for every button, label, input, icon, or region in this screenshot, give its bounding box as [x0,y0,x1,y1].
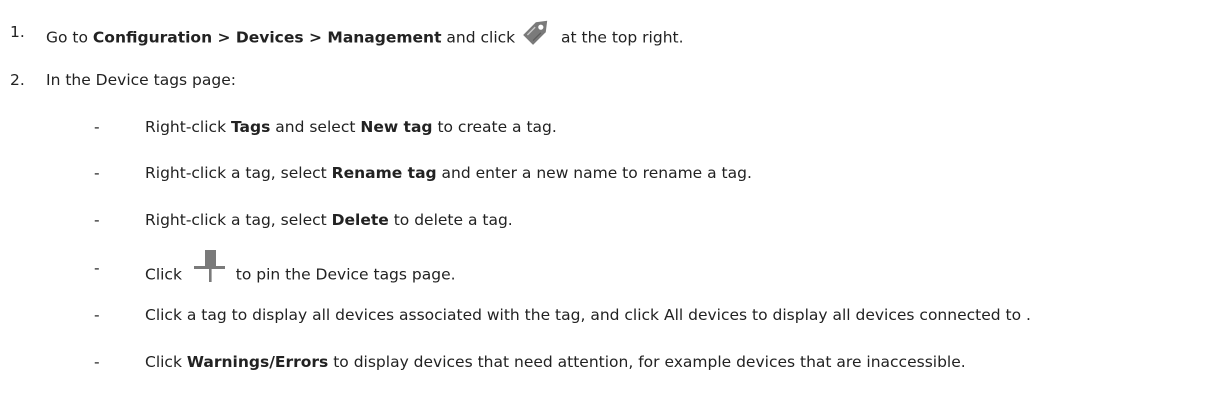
step-text-part: and click [441,28,521,47]
step-text-part: at the top right. [556,28,684,47]
pin-icon [187,249,231,283]
bullet-text-part: and enter a new name to rename a tag. [436,164,752,182]
bullet-text-part: and select [270,118,361,136]
bullet-marker: - [94,306,100,324]
bullet-text-part: to pin the Device tags page. [230,265,456,284]
bullet-text-part: to delete a tag. [388,211,513,229]
bullet-text-part: Click [145,353,187,371]
bullet-text: Right-click a tag, select Delete to dele… [145,210,513,230]
bullet-text-part: Right-click a tag, select [145,211,332,229]
bullet-marker: - [94,353,100,371]
menu-path: Configuration > Devices > Management [92,28,442,47]
step-text-part: Go to [46,28,93,47]
bullet-text: Click a tag to display all devices assoc… [145,306,1031,324]
ui-term: Delete [331,211,389,229]
step-text: In the Device tags page: [46,71,236,89]
bullet-text-part: to create a tag. [432,118,557,136]
bullet-marker: - [94,259,100,277]
bullet-text: Right-click Tags and select New tag to c… [145,117,557,137]
ui-term: Tags [230,118,271,136]
bullet-text: Right-click a tag, select Rename tag and… [145,163,752,183]
tag-icon [520,14,556,46]
step-text: Go to Configuration > Devices > Manageme… [46,20,684,54]
bullet-text-part: Right-click a tag, select [145,164,332,182]
bullet-text: Click Warnings/Errors to display devices… [145,352,966,372]
ui-term: Warnings/Errors [186,353,329,371]
ui-term: New tag [360,118,433,136]
ui-term: Rename tag [331,164,437,182]
step-number: 2. [10,71,25,89]
bullet-marker: - [94,164,100,182]
step-number: 1. [10,23,25,41]
bullet-text: Click to pin the Device tags page. [145,250,456,292]
bullet-marker: - [94,211,100,229]
bullet-text-part: Right-click [145,118,231,136]
bullet-marker: - [94,118,100,136]
bullet-text-part: Click [145,265,187,284]
bullet-text-part: to display devices that need attention, … [328,353,966,371]
